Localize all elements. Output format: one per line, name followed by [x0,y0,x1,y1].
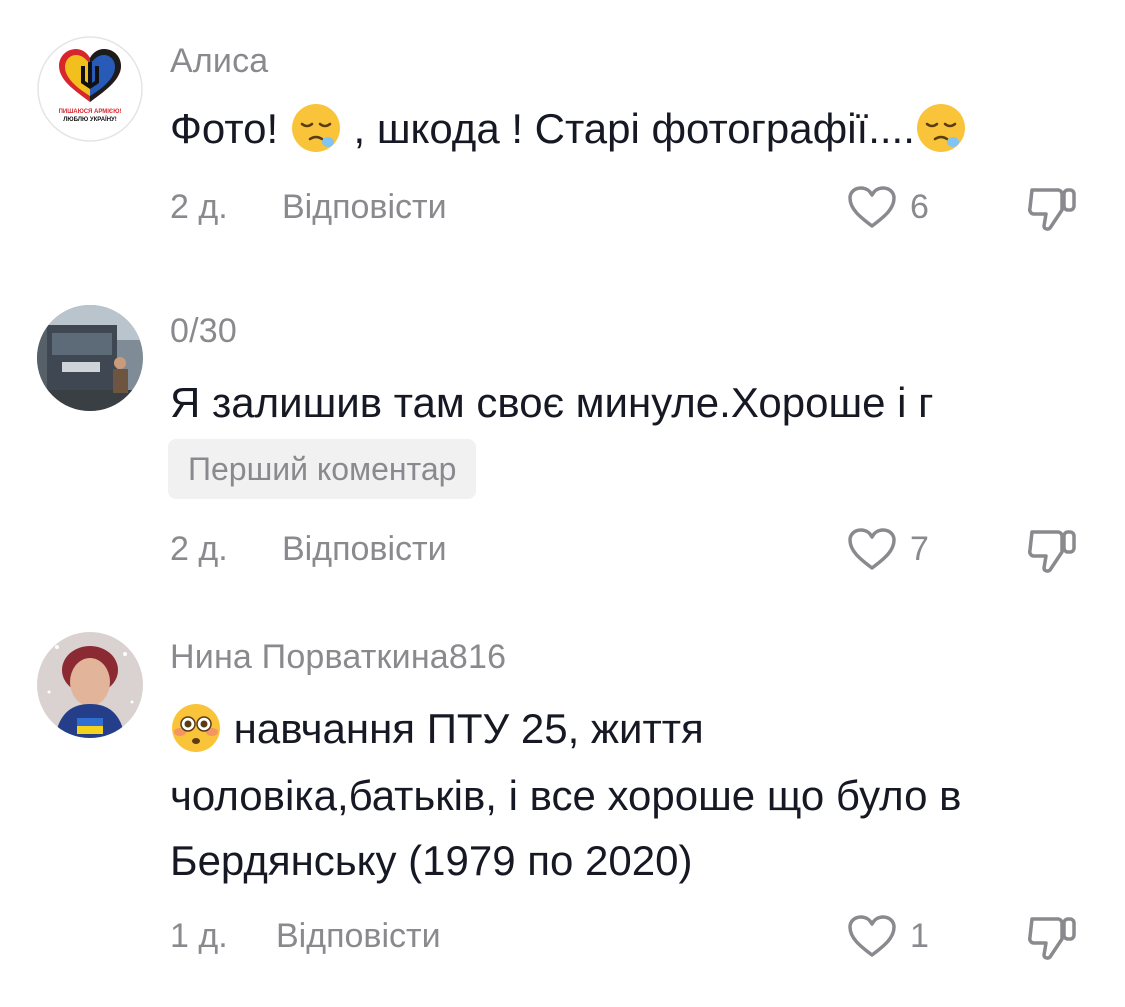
comment-text: навчання ПТУ 25, життя [170,697,704,761]
username[interactable]: Алиса [170,42,268,81]
sleepy-face-emoji [915,102,967,154]
thumbs-down-icon[interactable] [1024,180,1080,236]
comment-text-line: Бердянську (1979 по 2020) [170,837,693,884]
like-count: 7 [910,530,929,568]
comment-text-line: чоловіка,батьків, і все хороше що було в [170,772,962,819]
heart-icon[interactable] [846,184,898,230]
heart-icon[interactable] [846,913,898,959]
comment-time: 2 д. [170,530,228,568]
like-count: 1 [910,917,929,955]
reply-button[interactable]: Відповісти [282,530,447,569]
sleepy-face-emoji [290,102,342,154]
avatar[interactable]: ПИШАЮСЯ АРМІЄЮ! ЛЮБЛЮ УКРАЇНУ! [37,36,143,142]
comment-time: 2 д. [170,188,228,226]
first-comment-badge: Перший коментар [168,439,477,499]
comment-time: 1 д. [170,917,228,955]
thumbs-down-icon[interactable] [1024,909,1080,965]
avatar[interactable] [37,632,143,738]
like-count: 6 [910,188,929,226]
thumbs-down-icon[interactable] [1024,522,1080,578]
flushed-face-emoji [170,702,222,754]
comment-item: Нина Порваткина816 навчання ПТУ 25, житт… [0,610,1125,1007]
comment-item: ПИШАЮСЯ АРМІЄЮ! ЛЮБЛЮ УКРАЇНУ! Алиса Фот… [0,0,1125,280]
username[interactable]: 0/30 [170,312,237,351]
comment-item: 0/30 Я залишив там своє минуле.Хороше і … [0,280,1125,610]
reply-button[interactable]: Відповісти [282,188,447,227]
comment-text: Я залишив там своє минуле.Хороше і г [170,379,934,426]
avatar[interactable] [37,305,143,411]
reply-button[interactable]: Відповісти [276,917,441,956]
heart-icon[interactable] [846,526,898,572]
username[interactable]: Нина Порваткина816 [170,638,506,677]
comment-text: Фото! , шкода ! Старі фотографії.... [170,97,967,161]
avatar-caption: ПИШАЮСЯ АРМІЄЮ! ЛЮБЛЮ УКРАЇНУ! [58,109,122,123]
